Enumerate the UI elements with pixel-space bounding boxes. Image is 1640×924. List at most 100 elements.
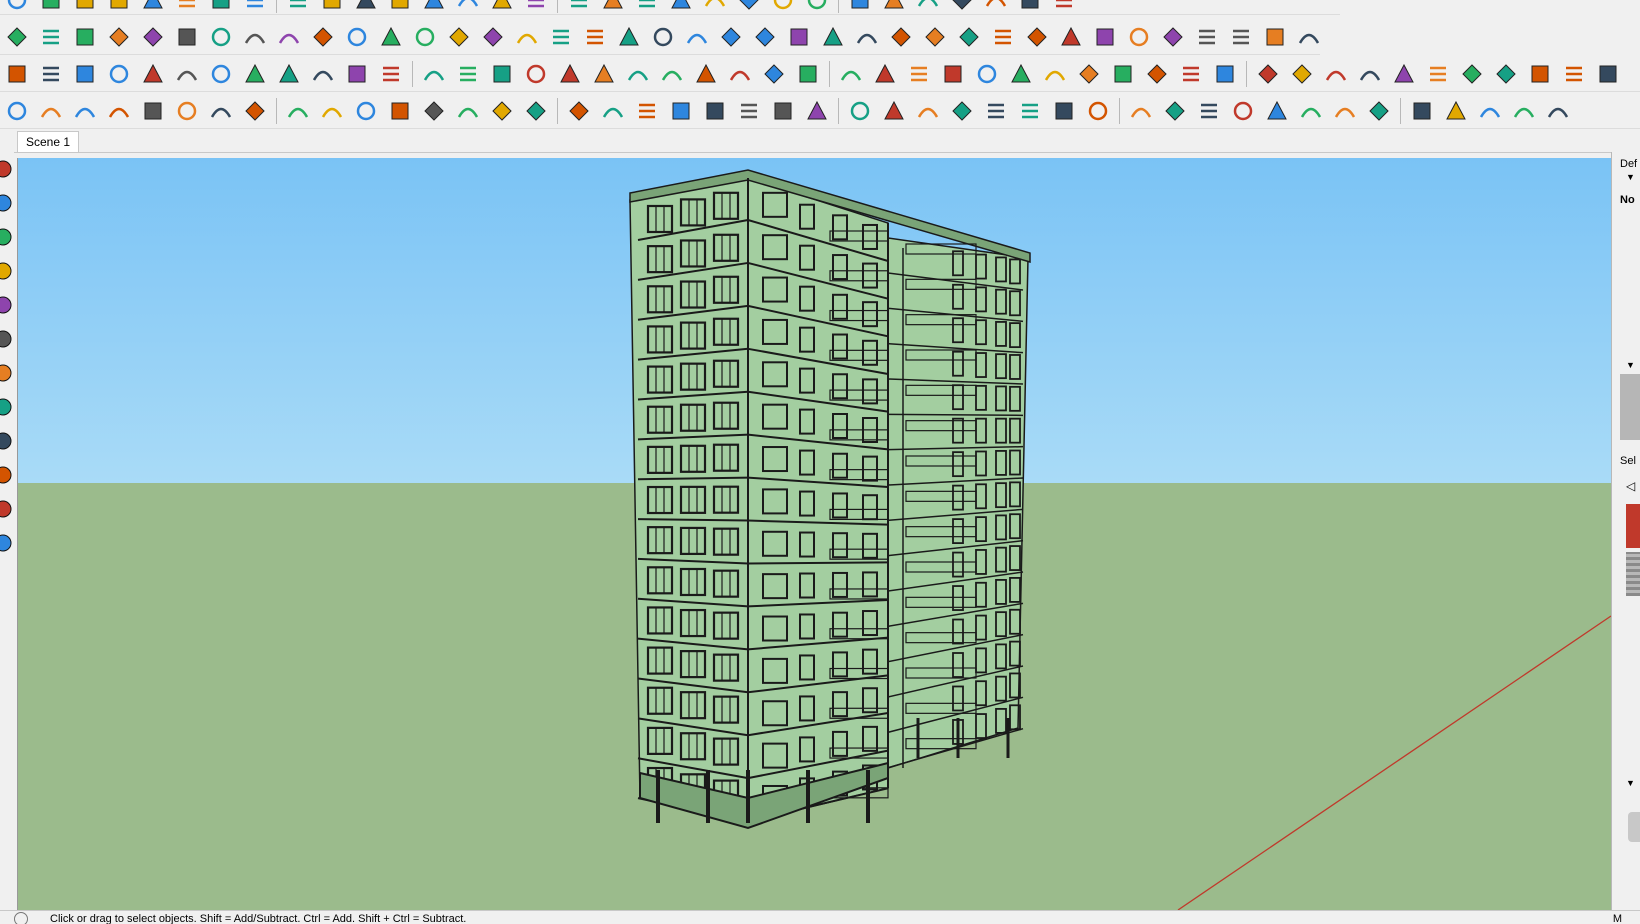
fence-icon[interactable] xyxy=(1193,23,1221,51)
arc-icon[interactable] xyxy=(386,97,414,125)
sandbox-icon[interactable] xyxy=(667,0,695,14)
spiral-icon[interactable] xyxy=(207,23,235,51)
diamond-red-icon[interactable] xyxy=(139,60,167,88)
table-blue-icon[interactable] xyxy=(1297,97,1325,125)
rectangle-icon[interactable] xyxy=(318,97,346,125)
loop-icon[interactable] xyxy=(760,60,788,88)
paint-icon[interactable] xyxy=(71,23,99,51)
tray-collapse-arrow[interactable]: ▼ xyxy=(1626,360,1635,370)
tree-icon[interactable] xyxy=(1510,97,1538,125)
scene-canvas[interactable] xyxy=(18,158,1611,910)
checker-icon[interactable] xyxy=(0,396,14,418)
cone-icon[interactable] xyxy=(624,60,652,88)
check-icon[interactable] xyxy=(105,0,133,14)
grass-icon[interactable] xyxy=(1295,23,1320,51)
list-icon[interactable] xyxy=(275,60,303,88)
loop-icon[interactable] xyxy=(692,60,720,88)
cup-icon[interactable] xyxy=(837,60,865,88)
box-tool-icon[interactable] xyxy=(769,97,797,125)
box-icon[interactable] xyxy=(241,23,269,51)
knot-icon[interactable] xyxy=(1261,23,1289,51)
pie-icon[interactable] xyxy=(701,97,729,125)
arrow-icon[interactable] xyxy=(0,260,14,282)
map-icon[interactable] xyxy=(1365,97,1393,125)
move-icon[interactable] xyxy=(794,60,822,88)
cube-multi-icon[interactable] xyxy=(1075,60,1103,88)
cross-box-icon[interactable] xyxy=(0,498,14,520)
cube-int-icon[interactable] xyxy=(1007,60,1035,88)
plus-green-icon[interactable] xyxy=(522,60,550,88)
polyline-icon[interactable] xyxy=(420,97,448,125)
prism-icon[interactable] xyxy=(1458,60,1486,88)
book-icon[interactable] xyxy=(803,0,831,14)
tab-scene-1[interactable]: Scene 1 xyxy=(17,131,80,152)
shield-icon[interactable] xyxy=(3,97,31,125)
cursor-icon[interactable] xyxy=(803,97,831,125)
sweep-icon[interactable] xyxy=(309,23,337,51)
layers-stack-icon[interactable] xyxy=(846,0,874,14)
polygon-icon[interactable] xyxy=(3,23,31,51)
tray-dropdown-arrow[interactable]: ▼ xyxy=(1626,172,1635,182)
scale-up-icon[interactable] xyxy=(846,97,874,125)
fan-icon[interactable] xyxy=(513,23,541,51)
door-icon[interactable] xyxy=(1023,23,1051,51)
move-icon[interactable] xyxy=(0,158,14,180)
zoom-icon[interactable] xyxy=(522,0,550,14)
tag-icon[interactable] xyxy=(454,0,482,14)
cube-red-icon[interactable] xyxy=(1041,60,1069,88)
cube-blue-icon[interactable] xyxy=(1492,60,1520,88)
freehand-icon[interactable] xyxy=(565,97,593,125)
stairs-icon[interactable] xyxy=(547,23,575,51)
grid-tree-icon[interactable] xyxy=(1544,97,1572,125)
layers-icon[interactable] xyxy=(173,0,201,14)
line-bridge-icon[interactable] xyxy=(105,97,133,125)
scissors-icon[interactable] xyxy=(105,23,133,51)
shape-icon[interactable] xyxy=(173,23,201,51)
tray-scroll-icon[interactable] xyxy=(1628,812,1640,842)
pin-icon[interactable] xyxy=(352,0,380,14)
row-icon[interactable] xyxy=(1050,97,1078,125)
balance-icon[interactable] xyxy=(1594,60,1622,88)
line-icon[interactable] xyxy=(1356,60,1384,88)
select-icon[interactable] xyxy=(3,0,31,14)
pyramid-icon[interactable] xyxy=(0,328,14,350)
dotted-line-icon[interactable] xyxy=(37,23,65,51)
slope-icon[interactable] xyxy=(411,23,439,51)
grid-line-icon[interactable] xyxy=(1127,97,1155,125)
dots-icon[interactable] xyxy=(454,60,482,88)
table-blue-icon[interactable] xyxy=(1229,97,1257,125)
railing-icon[interactable] xyxy=(581,23,609,51)
scale-icon[interactable] xyxy=(0,226,14,248)
rotate-obj-icon[interactable] xyxy=(1424,60,1452,88)
grid-yellow-icon[interactable] xyxy=(1177,60,1205,88)
ramp-icon[interactable] xyxy=(751,23,779,51)
arrow-back-icon[interactable] xyxy=(871,60,899,88)
hand-icon[interactable] xyxy=(420,0,448,14)
arc-red-icon[interactable] xyxy=(522,97,550,125)
material-swatch-brick[interactable] xyxy=(1626,552,1640,596)
stop-icon[interactable] xyxy=(1016,0,1044,14)
branches-icon[interactable] xyxy=(819,23,847,51)
component-icon[interactable] xyxy=(318,0,346,14)
fence-icon[interactable] xyxy=(1159,23,1187,51)
knot-icon[interactable] xyxy=(1227,23,1255,51)
curve-icon[interactable] xyxy=(445,23,473,51)
align-icon[interactable] xyxy=(982,97,1010,125)
earth-icon[interactable] xyxy=(1050,0,1078,14)
panel-icon[interactable] xyxy=(1109,60,1137,88)
bend-icon[interactable] xyxy=(454,97,482,125)
link-icon[interactable] xyxy=(377,60,405,88)
circle-dark-icon[interactable] xyxy=(0,532,14,554)
sphere-icon[interactable] xyxy=(948,0,976,14)
cone-icon[interactable] xyxy=(590,60,618,88)
pencil-icon[interactable] xyxy=(71,0,99,14)
branches-icon[interactable] xyxy=(887,23,915,51)
roof-icon[interactable] xyxy=(649,23,677,51)
table-icon[interactable] xyxy=(479,23,507,51)
sphere-icon[interactable] xyxy=(880,0,908,14)
arc-green-icon[interactable] xyxy=(284,97,312,125)
gear-icon[interactable] xyxy=(0,464,14,486)
curve-tool-icon[interactable] xyxy=(420,60,448,88)
cone-icon[interactable] xyxy=(0,362,14,384)
eraser-icon[interactable] xyxy=(37,0,65,14)
